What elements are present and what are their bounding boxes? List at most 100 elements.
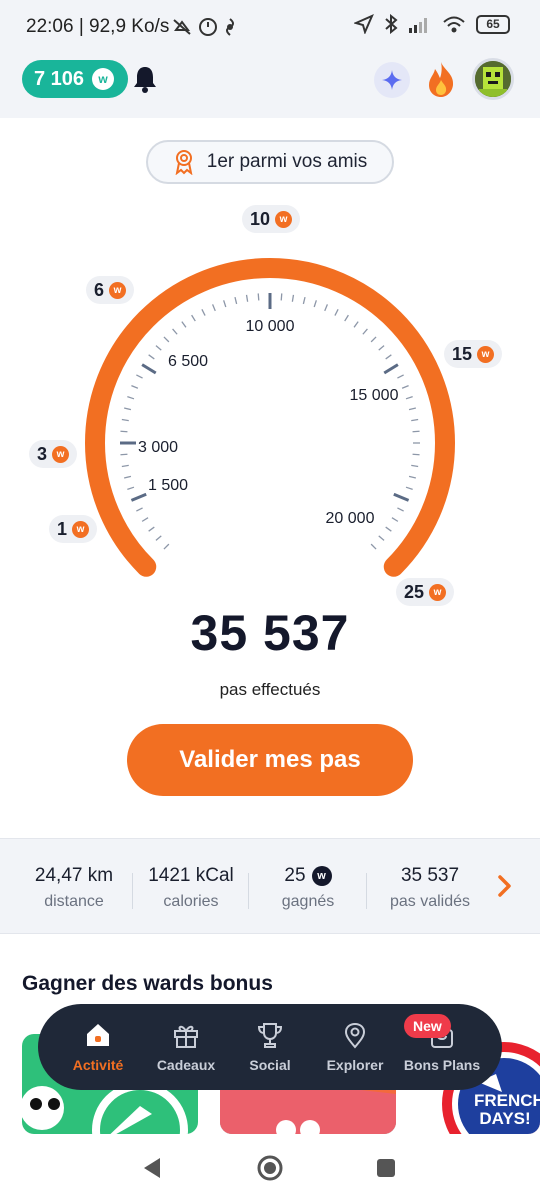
gauge-minor-tick [223, 300, 227, 308]
reward-value: 10 [250, 208, 271, 229]
steps-total: 35 537 [190, 605, 350, 661]
gauge-minor-tick [155, 535, 162, 541]
stat-distance: 24,47 km distance [22, 865, 126, 911]
back-icon[interactable] [140, 1156, 164, 1180]
stat-value: 1421 kCal [148, 865, 234, 886]
gauge-minor-tick [163, 543, 170, 550]
bluetooth-icon [385, 14, 398, 34]
stat-value-row: 25 w [256, 865, 360, 887]
gauge-minor-tick [211, 304, 216, 312]
validate-steps-button[interactable]: Valider mes pas [127, 724, 413, 796]
gauge-minor-tick [412, 430, 420, 433]
gauge-minor-tick [378, 345, 385, 351]
ward-coin-icon: w [429, 583, 447, 601]
reward-value: 3 [37, 443, 48, 464]
gauge-minor-tick [148, 526, 155, 532]
award-ribbon-icon [175, 150, 193, 175]
scale-label-6500: 6 500 [168, 353, 208, 370]
stat-validated-steps: 35 537 pas validés [378, 865, 482, 911]
status-time-speed: 22:06 | 92,9 Ko/s [26, 16, 170, 37]
steps-caption: pas effectués [219, 680, 321, 699]
reward-value: 1 [57, 518, 68, 539]
gauge-minor-tick [121, 464, 129, 468]
gauge-minor-tick [391, 517, 399, 522]
nav-item-explorer[interactable]: Explorer [310, 1004, 400, 1090]
ward-coin-icon: w [311, 866, 332, 886]
app-header: 7 106 w [0, 50, 540, 118]
gauge-minor-tick [362, 328, 368, 335]
friends-rank-chip[interactable]: 1er parmi vos amis [146, 140, 394, 184]
status-bar: 22:06 | 92,9 Ko/s 65 [0, 0, 540, 50]
nav-label: Explorer [326, 1057, 384, 1073]
gauge-minor-tick [181, 321, 187, 328]
gauge-dial: 1 500 3 000 6 500 10 000 15 000 20 000 [85, 258, 455, 577]
gauge-minor-tick [411, 418, 419, 422]
gauge-minor-tick [397, 507, 404, 512]
signal-icon [409, 18, 427, 33]
gauge-major-tick [393, 492, 410, 502]
reward-chip-6: 6 w [86, 276, 135, 304]
nav-label: Social [249, 1057, 291, 1073]
nav-item-social[interactable]: Social [222, 1004, 318, 1090]
reward-chip-15: 15 w [444, 340, 503, 368]
gauge-minor-tick [280, 293, 283, 301]
wifi-icon [443, 16, 465, 33]
home-circle-icon[interactable] [256, 1154, 284, 1182]
stat-divider [248, 873, 249, 909]
ward-coin-icon: w [275, 210, 293, 228]
stat-value: 25 [284, 865, 306, 886]
stat-divider [132, 873, 133, 909]
trophy-icon [257, 1023, 283, 1048]
scale-label-15000: 15 000 [350, 387, 399, 404]
reward-chip-25: 25 w [396, 578, 455, 606]
sparkle-icon [382, 70, 402, 90]
gift-icon [174, 1025, 198, 1048]
nav-item-cadeaux[interactable]: Cadeaux [138, 1004, 234, 1090]
gauge-minor-tick [401, 384, 409, 389]
new-badge: New [404, 1014, 451, 1038]
gauge-minor-tick [408, 407, 417, 411]
gauge-minor-tick [191, 314, 196, 322]
gauge-minor-tick [313, 300, 317, 308]
gauge-minor-tick [172, 328, 178, 335]
gauge-minor-tick [123, 407, 132, 411]
reward-chip-1: 1 w [49, 515, 98, 543]
gauge-minor-tick [334, 309, 339, 316]
rank-label: 1er parmi vos amis [206, 151, 368, 172]
gauge-major-tick [130, 492, 147, 502]
avatar[interactable] [472, 58, 514, 100]
ward-coin-icon: w [52, 445, 70, 463]
recents-icon[interactable] [374, 1156, 398, 1180]
gauge-minor-tick [412, 453, 420, 456]
pixel-avatar-icon [475, 61, 511, 97]
ward-coin-icon: w [72, 520, 90, 538]
gauge-minor-tick [148, 354, 155, 360]
gauge-minor-tick [163, 336, 170, 343]
gauge-minor-tick [141, 517, 149, 522]
gauge-minor-tick [411, 464, 419, 468]
reward-value: 25 [404, 581, 425, 602]
gauge-minor-tick [234, 296, 238, 305]
reward-chip-3: 3 w [29, 440, 78, 468]
wards-balance-pill[interactable]: 7 106 w [22, 60, 129, 98]
gauge-minor-tick [257, 293, 260, 301]
stats-bar[interactable]: 24,47 km distance 1421 kCal calories 25 … [0, 838, 540, 934]
gauge-minor-tick [385, 526, 392, 532]
gauge-minor-tick [127, 486, 135, 490]
stat-value: 24,47 km [34, 865, 114, 886]
streak-flame-icon[interactable] [424, 60, 458, 98]
system-nav-bar [0, 1136, 540, 1200]
gauge-progress-arc [85, 258, 455, 577]
chevron-right-icon[interactable] [496, 874, 514, 898]
ward-coin-icon: w [477, 345, 495, 363]
wards-balance: 7 106 [34, 67, 85, 90]
ai-assistant-button[interactable] [374, 62, 410, 98]
gauge-minor-tick [408, 475, 417, 479]
gauge-minor-tick [121, 418, 129, 422]
scale-label-10000: 10 000 [246, 318, 295, 335]
gauge-minor-tick [405, 396, 413, 400]
nav-label: Activité [72, 1057, 124, 1073]
reward-chip-10: 10 w [242, 205, 301, 233]
scale-label-1500: 1 500 [148, 477, 188, 494]
bell-icon[interactable] [132, 64, 158, 94]
